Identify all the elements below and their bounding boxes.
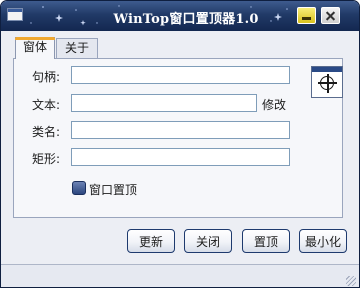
- handle-field[interactable]: [71, 66, 290, 84]
- class-name-label: 类名:: [32, 125, 61, 139]
- app-window: WinTop窗口置顶器1.0 窗体 关于 句柄: 文本: 修改 类名: 矩形: …: [0, 0, 360, 288]
- resize-grip-icon[interactable]: [346, 276, 356, 286]
- close-button[interactable]: 关闭: [184, 229, 232, 253]
- crosshair-vertical: [327, 74, 329, 93]
- topmost-checkbox-label[interactable]: 窗口置顶: [89, 181, 137, 198]
- close-window-button[interactable]: [321, 7, 340, 24]
- app-window-icon[interactable]: [7, 8, 23, 21]
- window-title: WinTop窗口置顶器1.0: [113, 12, 259, 27]
- rect-field[interactable]: [71, 148, 290, 166]
- tab-about[interactable]: 关于: [56, 38, 98, 58]
- handle-label: 句柄:: [32, 70, 61, 84]
- minimize-button[interactable]: 最小化: [299, 229, 347, 253]
- status-bar: [1, 264, 359, 287]
- minimize-window-button[interactable]: [297, 7, 316, 24]
- topmost-checkbox[interactable]: [72, 181, 86, 195]
- title-bar[interactable]: WinTop窗口置顶器1.0: [1, 1, 359, 31]
- window-finder-target[interactable]: [311, 66, 343, 98]
- class-name-field[interactable]: [71, 121, 290, 139]
- modify-link[interactable]: 修改: [262, 96, 286, 113]
- finder-titlebar: [312, 67, 342, 72]
- rect-label: 矩形:: [32, 152, 61, 166]
- set-topmost-button[interactable]: 置顶: [242, 229, 290, 253]
- refresh-button[interactable]: 更新: [127, 229, 175, 253]
- text-label: 文本:: [32, 98, 61, 112]
- text-field[interactable]: [71, 94, 257, 112]
- tab-window[interactable]: 窗体: [15, 37, 55, 59]
